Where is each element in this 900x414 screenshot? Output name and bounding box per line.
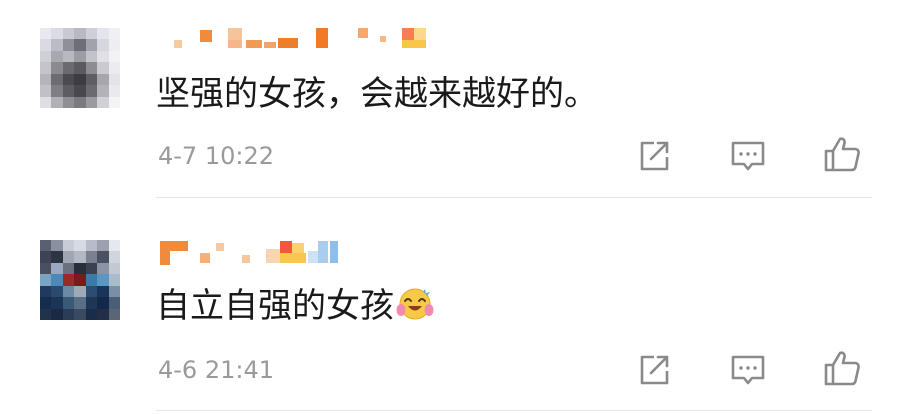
comment-icon: [731, 141, 765, 171]
like-button[interactable]: [822, 134, 862, 174]
divider: [156, 197, 872, 198]
comment-text-content: 自立自强的女孩: [156, 286, 394, 326]
reply-button[interactable]: [728, 350, 768, 390]
hugging-face-emoji: [396, 285, 434, 332]
comment-text: 自立自强的女孩: [156, 285, 434, 332]
thumbs-up-icon: [824, 351, 860, 386]
like-button[interactable]: [822, 348, 862, 388]
avatar[interactable]: [40, 240, 120, 320]
divider: [156, 410, 872, 411]
username-blurred[interactable]: [158, 241, 458, 265]
comment-time: 4-7 10:22: [158, 142, 274, 170]
share-button[interactable]: [634, 136, 674, 176]
comment-time: 4-6 21:41: [158, 356, 274, 384]
share-icon: [640, 141, 669, 171]
thumbs-up-icon: [824, 137, 860, 172]
comment-text: 坚强的女孩，会越来越好的。: [156, 74, 598, 114]
username-blurred[interactable]: [158, 26, 458, 48]
share-button[interactable]: [634, 350, 674, 390]
comment-icon: [731, 355, 765, 385]
avatar[interactable]: [40, 28, 120, 108]
share-icon: [640, 355, 669, 385]
comment-item: 坚强的女孩，会越来越好的。 4-7 10:22: [0, 0, 900, 200]
reply-button[interactable]: [728, 136, 768, 176]
comment-item: 自立自强的女孩 4-6 21:41: [0, 215, 900, 414]
